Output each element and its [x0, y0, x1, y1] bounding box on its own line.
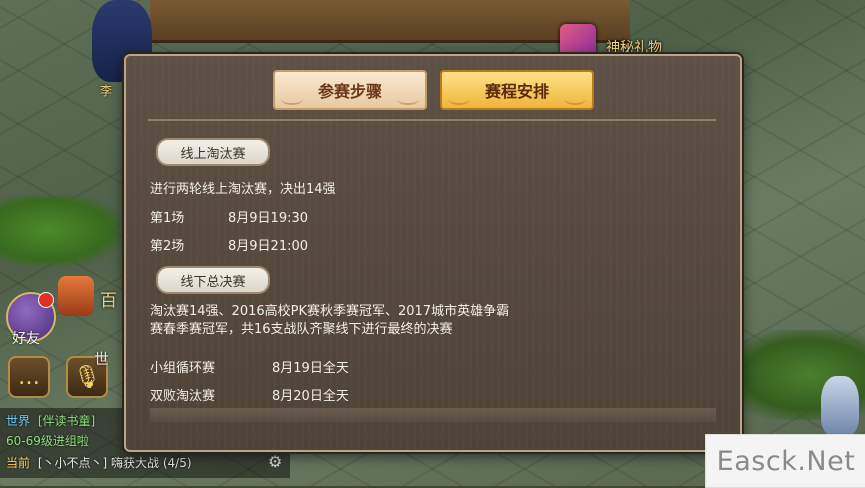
- chat-channel-tag: 当前: [6, 456, 31, 470]
- chat-line[interactable]: 世界 [伴读书童]: [6, 412, 95, 429]
- offline-description: 赛春季赛冠军，共16支战队齐聚线下进行最终的决赛: [150, 322, 453, 337]
- player-name: 李: [100, 84, 113, 98]
- chat-message: 60-69级进组啦: [6, 434, 89, 448]
- divider: [148, 119, 716, 121]
- cloud-ornament-icon: [448, 93, 470, 105]
- notification-badge: [38, 292, 54, 308]
- tab-participation-steps[interactable]: 参赛步骤: [273, 70, 427, 110]
- chat-line[interactable]: 当前 [丶小不点丶] 嗨获大战 (4/5): [6, 454, 192, 471]
- hud-bai-label: 百: [100, 291, 117, 311]
- friends-label[interactable]: 好友: [12, 328, 40, 348]
- hud-shi-label: 世: [94, 350, 110, 368]
- match-name: 小组循环赛: [150, 361, 216, 376]
- match-name: 第1场: [150, 211, 185, 226]
- match-name: 双败淘汰赛: [150, 389, 216, 404]
- chat-channel-tag: 世界: [6, 414, 31, 428]
- tab-schedule[interactable]: 赛程安排: [440, 70, 594, 110]
- match-name: 第2场: [150, 239, 185, 254]
- tab-label: 参赛步骤: [317, 82, 382, 101]
- chat-user: [丶小不点丶]: [37, 456, 108, 470]
- tab-label: 赛程安排: [484, 82, 549, 101]
- chat-message: 嗨获大战 (4/5): [111, 456, 192, 470]
- match-time: 8月20日全天: [272, 389, 349, 404]
- npc-character[interactable]: [821, 376, 859, 436]
- gift-icon[interactable]: [560, 24, 596, 58]
- chat-bubble-icon[interactable]: …: [8, 356, 50, 398]
- offline-description: 淘汰赛14强、2016高校PK赛秋季赛冠军、2017城市英雄争霸: [150, 304, 510, 319]
- chat-message: [伴读书童]: [37, 414, 96, 428]
- grass-patch: [0, 195, 120, 265]
- section-title-offline: 线下总决赛: [156, 266, 270, 294]
- building-wall: [150, 0, 630, 43]
- watermark: Easck.Net: [705, 434, 865, 488]
- match-time: 8月9日21:00: [228, 239, 309, 254]
- cloud-ornament-icon: [397, 93, 419, 105]
- match-time: 8月19日全天: [272, 361, 349, 376]
- match-time: 8月9日19:30: [228, 211, 309, 226]
- section-title-online: 线上淘汰赛: [156, 138, 270, 166]
- gear-icon[interactable]: ⚙: [268, 452, 282, 471]
- schedule-dialog: 参赛步骤 赛程安排 线上淘汰赛 进行两轮线上淘汰赛，决出14强 第1场 8月9日…: [124, 54, 742, 452]
- online-description: 进行两轮线上淘汰赛，决出14强: [150, 182, 336, 197]
- chat-line[interactable]: 60-69级进组啦: [6, 432, 89, 449]
- event-icon[interactable]: [58, 276, 94, 316]
- scroll-fade: [150, 408, 716, 422]
- cloud-ornament-icon: [564, 93, 586, 105]
- cloud-ornament-icon: [281, 93, 303, 105]
